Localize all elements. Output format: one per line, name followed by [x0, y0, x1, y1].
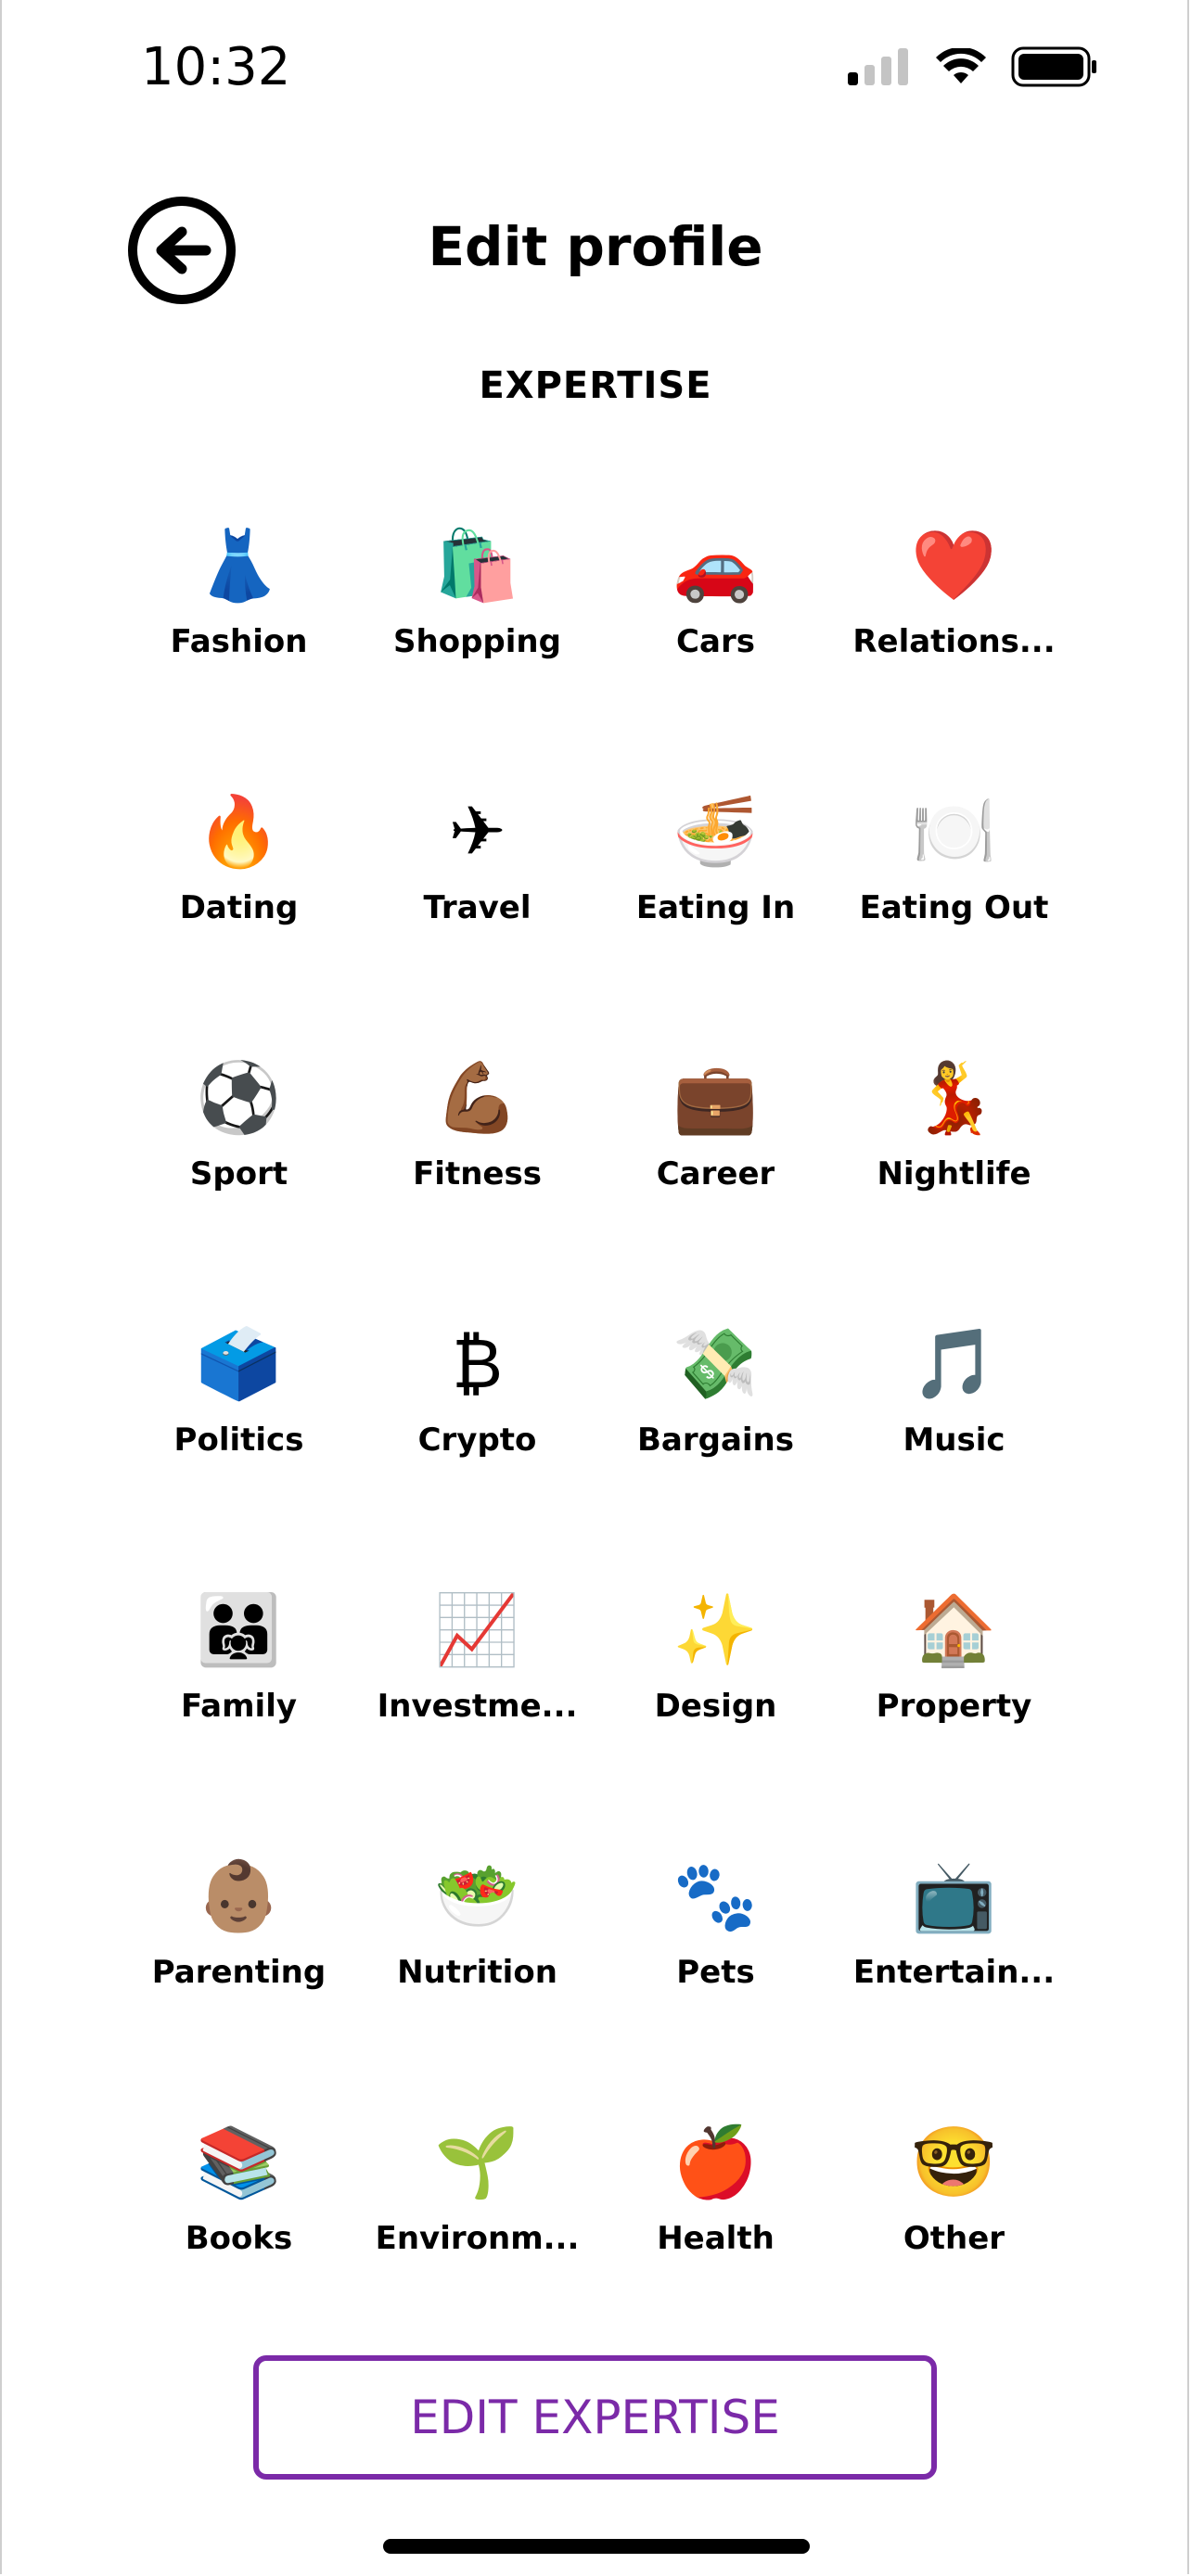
- expertise-item-design[interactable]: ✨ Design: [596, 1565, 835, 1831]
- expertise-icon: 🛍️: [434, 526, 520, 606]
- expertise-label: Cars: [676, 623, 755, 660]
- expertise-label: Sport: [189, 1155, 288, 1192]
- expertise-icon: 💼: [672, 1058, 759, 1138]
- expertise-icon: 🍎: [672, 2123, 759, 2202]
- expertise-label: Eating Out: [859, 889, 1049, 926]
- expertise-label: Fashion: [170, 623, 308, 660]
- expertise-item-property[interactable]: 🏠 Property: [835, 1565, 1073, 1831]
- expertise-icon: 🌱: [434, 2123, 520, 2202]
- expertise-label: Environm...: [375, 2220, 580, 2257]
- expertise-item-environm[interactable]: 🌱 Environm...: [358, 2098, 596, 2364]
- expertise-icon: 👨‍👨‍👧: [196, 1590, 282, 1670]
- expertise-icon: ✨: [672, 1590, 759, 1670]
- expertise-label: Design: [654, 1688, 777, 1725]
- expertise-icon: 📚: [196, 2123, 282, 2202]
- expertise-icon: 🍜: [672, 792, 759, 872]
- expertise-item-pets[interactable]: 🐾 Pets: [596, 1831, 835, 2098]
- wifi-icon: [936, 48, 986, 83]
- expertise-label: Nightlife: [877, 1155, 1031, 1192]
- expertise-grid: 👗 Fashion 🛍️ Shopping 🚗 Cars ❤️ Relations... 🔥 Da…: [120, 501, 1073, 2364]
- expertise-item-politics[interactable]: 🗳️ Politics: [120, 1299, 358, 1565]
- expertise-item-career[interactable]: 💼 Career: [596, 1033, 835, 1299]
- expertise-label: Other: [903, 2220, 1005, 2257]
- expertise-icon: 👗: [196, 526, 282, 606]
- expertise-label: Parenting: [151, 1954, 327, 1991]
- expertise-item-investme[interactable]: 📈 Investme...: [358, 1565, 596, 1831]
- expertise-icon: 🏠: [911, 1590, 997, 1670]
- expertise-icon: 💸: [672, 1324, 759, 1404]
- expertise-item-crypto[interactable]: ₿ Crypto: [358, 1299, 596, 1565]
- expertise-item-shopping[interactable]: 🛍️ Shopping: [358, 501, 596, 767]
- expertise-label: Relations...: [852, 623, 1056, 660]
- expertise-label: Dating: [179, 889, 299, 926]
- expertise-icon: 💪🏾: [434, 1058, 520, 1138]
- cellular-signal-icon: [848, 48, 908, 85]
- expertise-item-entertain[interactable]: 📺 Entertain...: [835, 1831, 1073, 2098]
- expertise-label: Nutrition: [397, 1954, 557, 1991]
- expertise-item-nutrition[interactable]: 🥗 Nutrition: [358, 1831, 596, 2098]
- status-icons: [848, 46, 1098, 87]
- expertise-label: Books: [185, 2220, 293, 2257]
- expertise-item-nightlife[interactable]: 💃 Nightlife: [835, 1033, 1073, 1299]
- expertise-icon: 📈: [434, 1590, 520, 1670]
- expertise-item-travel[interactable]: ✈ Travel: [358, 767, 596, 1033]
- expertise-label: Fitness: [413, 1155, 542, 1192]
- expertise-icon: 🍽️: [911, 792, 997, 872]
- status-time: 10:32: [141, 37, 291, 97]
- expertise-label: Health: [657, 2220, 775, 2257]
- expertise-icon: 👶🏽: [196, 1856, 282, 1936]
- expertise-label: Family: [180, 1688, 298, 1725]
- edit-expertise-button[interactable]: EDIT EXPERTISE: [253, 2355, 937, 2480]
- expertise-label: Politics: [173, 1422, 304, 1459]
- battery-icon: [1011, 46, 1096, 87]
- expertise-label: Pets: [676, 1954, 755, 1991]
- expertise-item-eating-in[interactable]: 🍜 Eating In: [596, 767, 835, 1033]
- expertise-label: Career: [656, 1155, 775, 1192]
- expertise-label: Bargains: [636, 1422, 794, 1459]
- expertise-item-other[interactable]: 🤓 Other: [835, 2098, 1073, 2364]
- expertise-label: Crypto: [417, 1422, 537, 1459]
- expertise-icon: 🗳️: [196, 1324, 282, 1404]
- section-title: EXPERTISE: [479, 364, 712, 407]
- home-indicator: [383, 2539, 810, 2554]
- expertise-icon: ₿: [452, 1324, 503, 1404]
- expertise-item-cars[interactable]: 🚗 Cars: [596, 501, 835, 767]
- expertise-item-music[interactable]: 🎵 Music: [835, 1299, 1073, 1565]
- expertise-icon: ✈: [448, 792, 506, 872]
- expertise-icon: 📺: [911, 1856, 997, 1936]
- expertise-label: Travel: [423, 889, 531, 926]
- expertise-icon: 💃: [911, 1058, 997, 1138]
- expertise-icon: 🎵: [911, 1324, 997, 1404]
- expertise-item-fashion[interactable]: 👗 Fashion: [120, 501, 358, 767]
- expertise-icon: 🔥: [196, 792, 282, 872]
- expertise-item-bargains[interactable]: 💸 Bargains: [596, 1299, 835, 1565]
- expertise-icon: 🤓: [911, 2123, 997, 2202]
- expertise-label: Entertain...: [852, 1954, 1056, 1991]
- expertise-item-fitness[interactable]: 💪🏾 Fitness: [358, 1033, 596, 1299]
- expertise-label: Investme...: [377, 1688, 578, 1725]
- expertise-label: Shopping: [393, 623, 561, 660]
- expertise-item-sport[interactable]: ⚽ Sport: [120, 1033, 358, 1299]
- expertise-label: Property: [876, 1688, 1032, 1725]
- expertise-icon: 🥗: [434, 1856, 520, 1936]
- expertise-item-health[interactable]: 🍎 Health: [596, 2098, 835, 2364]
- page-title: Edit profile: [428, 215, 763, 278]
- expertise-item-eating-out[interactable]: 🍽️ Eating Out: [835, 767, 1073, 1033]
- expertise-item-books[interactable]: 📚 Books: [120, 2098, 358, 2364]
- expertise-label: Music: [903, 1422, 1005, 1459]
- expertise-item-relations[interactable]: ❤️ Relations...: [835, 501, 1073, 767]
- expertise-item-dating[interactable]: 🔥 Dating: [120, 767, 358, 1033]
- expertise-icon: ❤️: [911, 526, 997, 606]
- expertise-icon: ⚽: [196, 1058, 282, 1138]
- expertise-icon: 🚗: [672, 526, 759, 606]
- expertise-item-parenting[interactable]: 👶🏽 Parenting: [120, 1831, 358, 2098]
- expertise-label: Eating In: [635, 889, 796, 926]
- expertise-item-family[interactable]: 👨‍👨‍👧 Family: [120, 1565, 358, 1831]
- expertise-icon: 🐾: [672, 1856, 759, 1936]
